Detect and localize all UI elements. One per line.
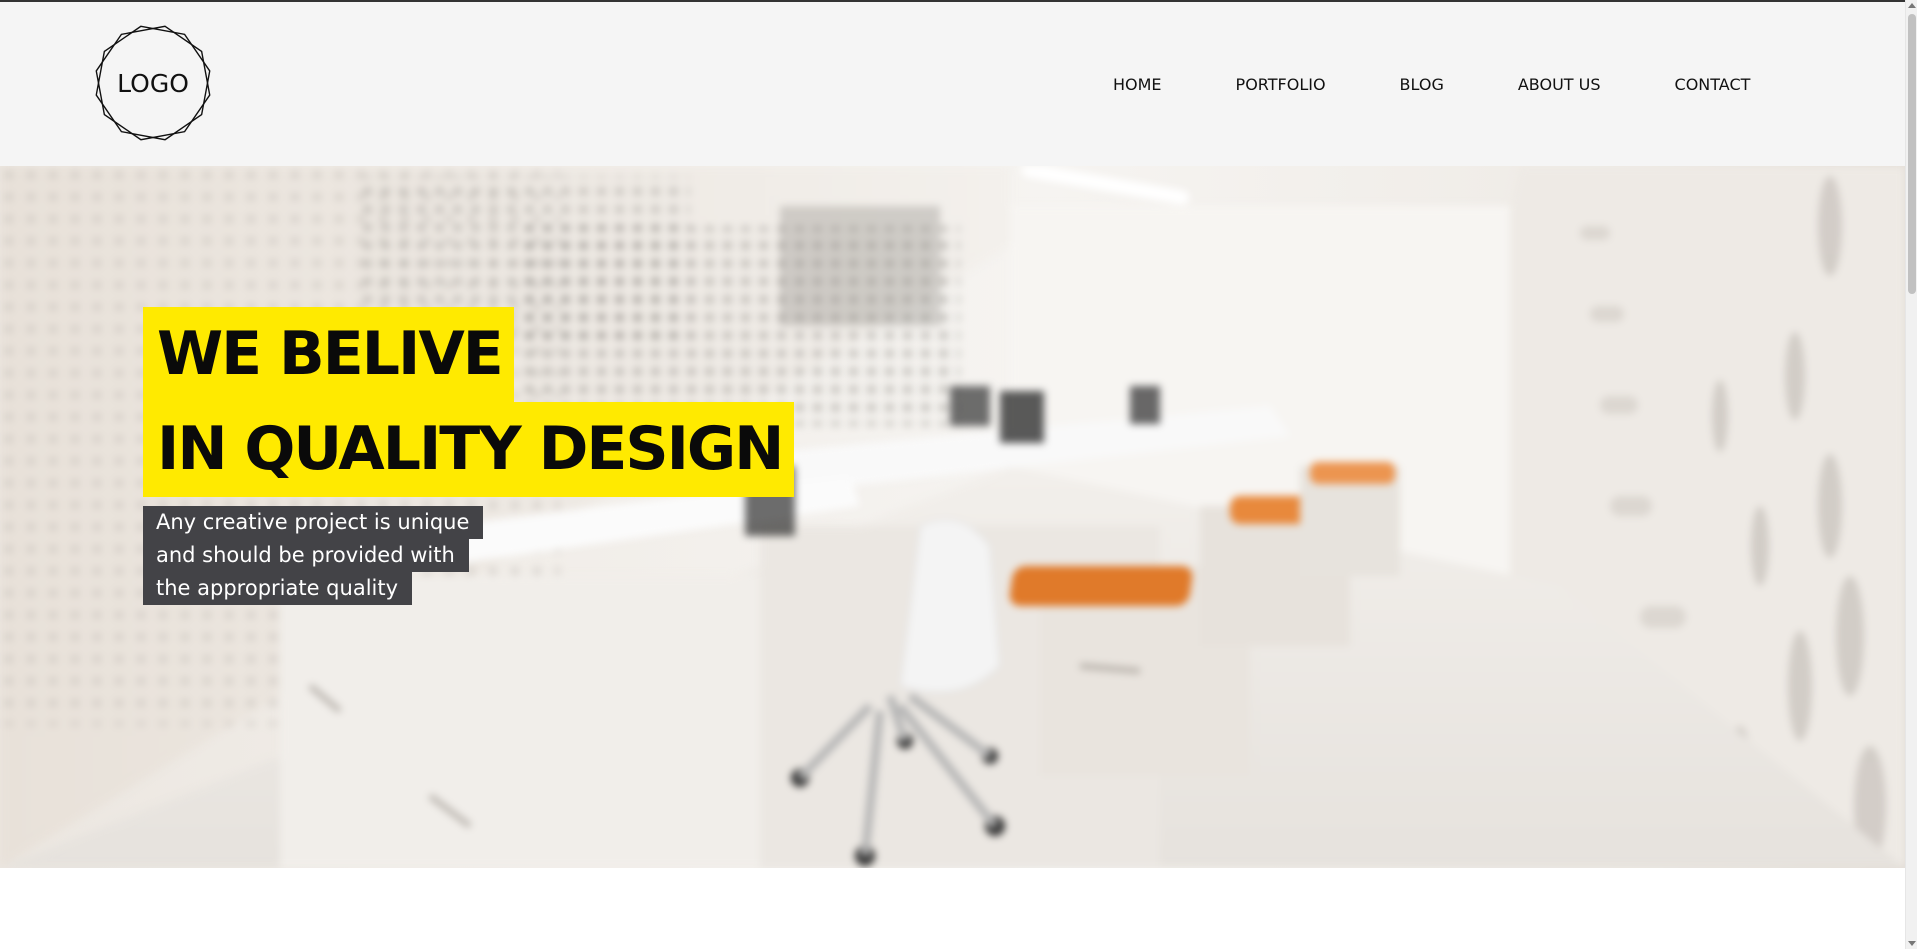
scroll-up-arrow-icon[interactable] xyxy=(1908,3,1916,8)
page: LOGO HOME PORTFOLIO BLOG ABOUT US CONTAC… xyxy=(0,0,1917,949)
hero-headline: WE BELIVE IN QUALITY DESIGN xyxy=(143,307,795,498)
subtext-line-3: the appropriate quality xyxy=(143,572,413,605)
hero-subtext: Any creative project is unique and shoul… xyxy=(143,506,484,605)
page-scrollbar[interactable] xyxy=(1905,0,1917,949)
nav-item-home[interactable]: HOME xyxy=(1113,75,1162,94)
logo-link[interactable]: LOGO xyxy=(92,22,214,144)
headline-line-1: WE BELIVE xyxy=(143,307,514,403)
nav-item-blog[interactable]: BLOG xyxy=(1400,75,1444,94)
content-area xyxy=(0,868,1905,949)
site-header: LOGO HOME PORTFOLIO BLOG ABOUT US CONTAC… xyxy=(0,2,1905,166)
hero-section: WE BELIVE IN QUALITY DESIGN Any creative… xyxy=(0,166,1905,868)
logo-text: LOGO xyxy=(117,68,189,98)
main-nav: HOME PORTFOLIO BLOG ABOUT US CONTACT xyxy=(1113,72,1750,96)
nav-item-about-us[interactable]: ABOUT US xyxy=(1518,75,1601,94)
nav-item-portfolio[interactable]: PORTFOLIO xyxy=(1236,75,1326,94)
nav-item-contact[interactable]: CONTACT xyxy=(1675,75,1751,94)
scrollbar-thumb[interactable] xyxy=(1908,14,1916,294)
scroll-down-arrow-icon[interactable] xyxy=(1908,941,1916,946)
subtext-line-2: and should be provided with xyxy=(143,539,469,572)
headline-line-2: IN QUALITY DESIGN xyxy=(143,402,795,498)
subtext-line-1: Any creative project is unique xyxy=(143,506,484,539)
